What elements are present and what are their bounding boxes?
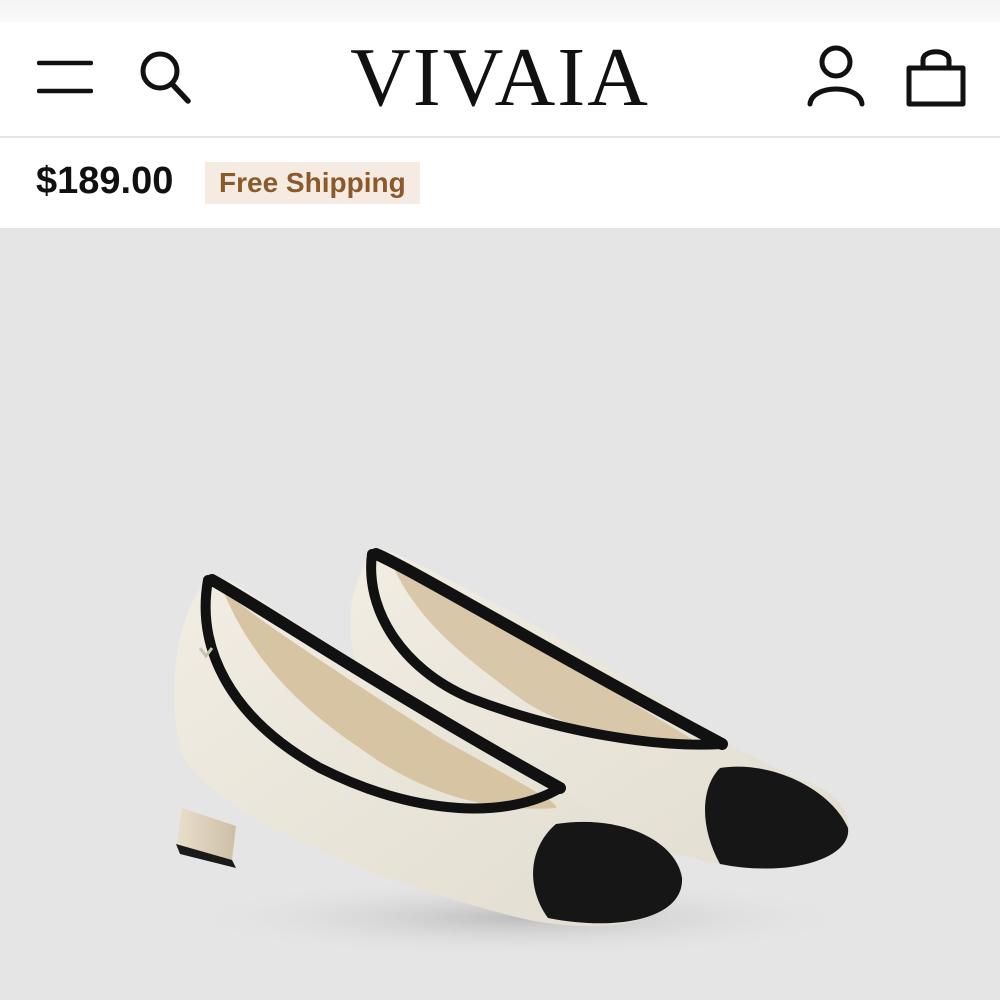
shopping-bag-icon <box>906 49 966 107</box>
free-shipping-badge: Free Shipping <box>205 162 420 204</box>
top-edge-strip <box>0 0 1000 22</box>
user-account-icon <box>807 45 865 107</box>
account-button[interactable] <box>800 40 872 112</box>
price-bar: $189.00 Free Shipping <box>0 140 1000 228</box>
search-icon <box>140 51 191 104</box>
product-price: $189.00 <box>36 160 174 202</box>
product-photo-shoes <box>174 548 860 958</box>
search-button[interactable] <box>130 44 200 110</box>
cart-button[interactable] <box>898 40 974 112</box>
site-header: VIVAIA <box>0 22 1000 138</box>
product-image-area[interactable] <box>0 228 1000 1000</box>
menu-button[interactable] <box>30 52 100 102</box>
brand-logo[interactable]: VIVAIA <box>300 34 700 122</box>
hamburger-menu-icon <box>37 60 93 94</box>
